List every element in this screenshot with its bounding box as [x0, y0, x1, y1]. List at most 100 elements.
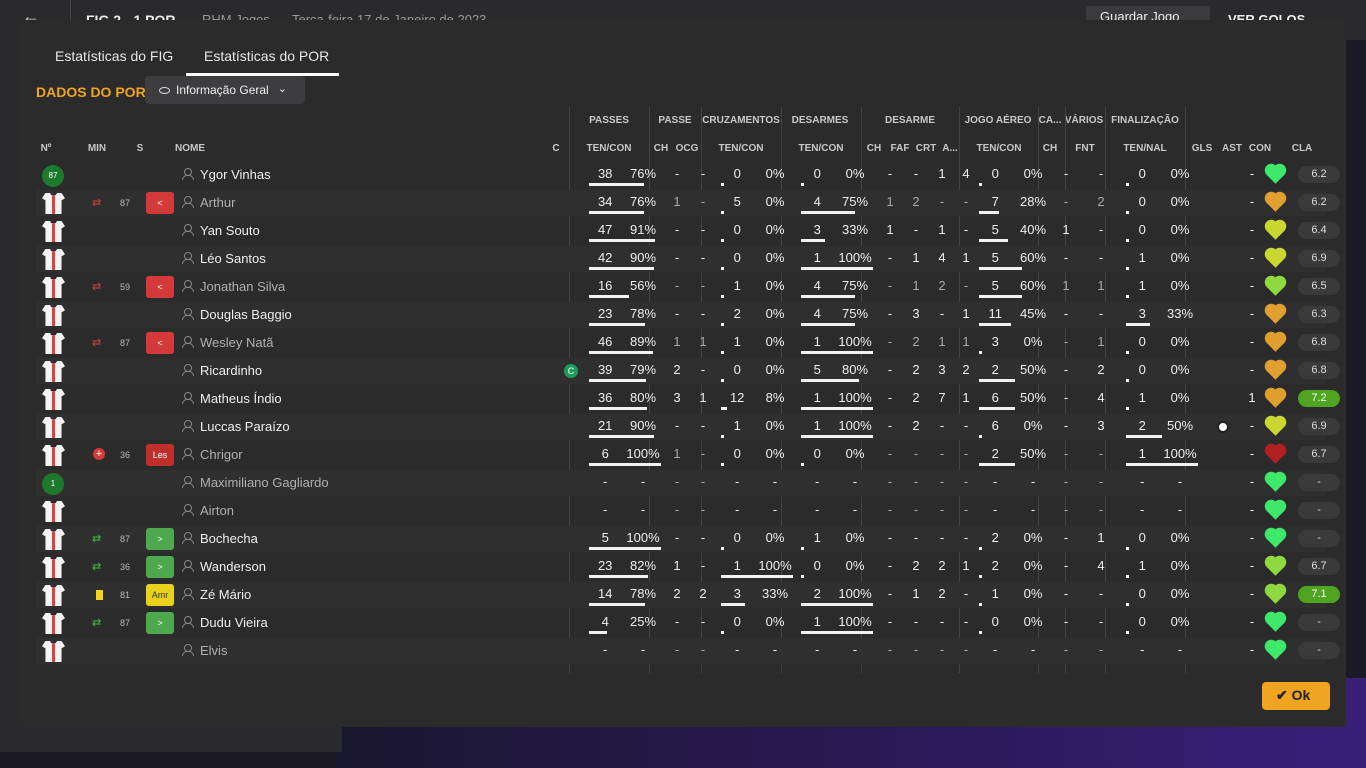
- player-name[interactable]: Chrigor: [200, 447, 243, 462]
- player-profile-icon[interactable]: [182, 336, 194, 348]
- player-name[interactable]: Zé Mário: [200, 587, 251, 602]
- stat-percent: 0%: [1170, 166, 1190, 181]
- player-profile-icon[interactable]: [182, 588, 194, 600]
- player-name[interactable]: Douglas Baggio: [200, 307, 292, 322]
- player-row[interactable]: 1 Maximiliano Gagliardo - - - - - - - - - - - - - - - - - -…: [36, 470, 1340, 496]
- player-row[interactable]: ⇄ 87 < Arthur 34 76% 1 - 5 0% 4 75% 1 2 - - 7 28% - 2 0 0% - 6.…: [36, 190, 1340, 216]
- stat-percent: 80%: [841, 362, 869, 377]
- player-row[interactable]: ⇄ 87 > Bochecha 5 100% - -0 0% 1 0% - - - -2 0% -1 0 0% - -: [36, 526, 1340, 552]
- shirt-icon: [42, 641, 65, 662]
- player-row[interactable]: ⇄ 59 < Jonathan Silva 16 56% - - 1 0% 4 75% - 1 2 - 5 60%…: [36, 274, 1340, 300]
- player-row[interactable]: Airton - - - - - - - - - - - - - - - - - - - -: [36, 498, 1340, 524]
- success-bar: [979, 211, 1000, 214]
- status-badge[interactable]: <: [146, 192, 174, 214]
- player-profile-icon[interactable]: [182, 448, 194, 460]
- stat-cell: -: [1063, 614, 1069, 629]
- player-row[interactable]: Yan Souto 47 91% - - 0 0% 3 33% 1 - 1 - 5 40% 1 - 0 0% - 6.4: [36, 218, 1340, 244]
- player-name[interactable]: Wanderson: [200, 559, 266, 574]
- player-profile-icon[interactable]: [182, 252, 194, 264]
- player-row[interactable]: +36 Les Chrigor 6 100% 1 - 0 0% 0 0% - - - - 2 50% - - 1 100…: [36, 442, 1340, 468]
- stat-attempts: 38: [597, 166, 613, 181]
- player-profile-icon[interactable]: [182, 168, 194, 180]
- player-row[interactable]: Douglas Baggio 23 78% - -2 0% 4 75% -3-1 11 45% - -3…: [36, 302, 1340, 328]
- player-name[interactable]: Léo Santos: [200, 251, 266, 266]
- status-badge[interactable]: <: [146, 276, 174, 298]
- player-profile-icon[interactable]: [182, 532, 194, 544]
- player-row[interactable]: 87 Ygor Vinhas 38 76% - - 0 0% 0 0% - - 1 4 0 0% - - 0 0% - 6…: [36, 162, 1340, 188]
- status-badge[interactable]: <: [146, 332, 174, 354]
- stat-attempts: 0: [813, 558, 821, 573]
- status-badge[interactable]: >: [146, 556, 174, 578]
- player-name[interactable]: Ygor Vinhas: [200, 167, 271, 182]
- stat-cell: -: [700, 166, 706, 181]
- stat-attempts: 1: [1138, 390, 1146, 405]
- player-name[interactable]: Matheus Índio: [200, 391, 282, 406]
- player-name[interactable]: Arthur: [200, 195, 235, 210]
- player-profile-icon[interactable]: [182, 196, 194, 208]
- view-dropdown[interactable]: Informação Geral ⌄: [145, 76, 305, 104]
- sub-minute: 87: [120, 534, 131, 544]
- shirt-icon: [42, 389, 65, 410]
- stat-cell: -: [700, 306, 706, 321]
- tab-fig-stats[interactable]: Estatísticas do FIG: [55, 48, 173, 64]
- stat-cell: -: [1249, 222, 1255, 237]
- player-profile-icon[interactable]: [182, 364, 194, 376]
- stat-attempts: -: [1140, 474, 1145, 489]
- player-row[interactable]: Elvis - - - - - - - - - - - - - - - - - - - -: [36, 638, 1340, 664]
- player-row[interactable]: 81 Amr Zé Mário 14 78% 2 2 3 33% 2 100% -1 2-1 0% - -0 0…: [36, 582, 1340, 608]
- player-profile-icon[interactable]: [182, 280, 194, 292]
- stat-cell: 2: [938, 278, 946, 293]
- player-name[interactable]: Maximiliano Gagliardo: [200, 475, 329, 490]
- player-name[interactable]: Airton: [200, 503, 234, 518]
- player-name[interactable]: Yan Souto: [200, 223, 260, 238]
- col-header-passe_ocg: OCG: [675, 143, 699, 154]
- stat-cell: -: [887, 166, 893, 181]
- stat-cell: -: [1098, 446, 1104, 461]
- player-name[interactable]: Dudu Vieira: [200, 615, 268, 630]
- status-badge[interactable]: >: [146, 612, 174, 634]
- stat-percent: 100%: [838, 614, 872, 629]
- col-header-cruz: TEN/CON: [718, 143, 764, 154]
- player-name[interactable]: Elvis: [200, 643, 227, 658]
- player-profile-icon[interactable]: [182, 224, 194, 236]
- ok-button[interactable]: ✔ Ok: [1262, 682, 1330, 710]
- stat-cell: 1: [912, 250, 920, 265]
- player-profile-icon[interactable]: [182, 616, 194, 628]
- player-profile-icon[interactable]: [182, 560, 194, 572]
- status-badge[interactable]: Les: [146, 444, 174, 466]
- player-row[interactable]: Ricardinho C 39 79% 2 - 0 0% 5 80% - 2 3 2 2 50% - 2 0 0% - 6…: [36, 358, 1340, 384]
- player-profile-icon[interactable]: [182, 504, 194, 516]
- stat-cell: -: [1063, 306, 1069, 321]
- status-badge[interactable]: Amr: [146, 584, 174, 606]
- player-row[interactable]: Léo Santos 42 90% - -0 0% 1 100% -1 4 1 5 60% - -1 0% -6…: [36, 246, 1340, 272]
- player-row[interactable]: ⇄ 36 > Wanderson 23 82% 1 - 1 100% 0 0% - 2 2 1 2 0% - 4 1 0%…: [36, 554, 1340, 580]
- stat-cell: -: [700, 502, 706, 517]
- player-row[interactable]: Luccas Paraízo 21 90% - -1 0% 1 100% -2- -6 0% -3 2 5…: [36, 414, 1340, 440]
- player-name[interactable]: Ricardinho: [200, 363, 262, 378]
- player-row[interactable]: ⇄ 87 > Dudu Vieira 4 25% - -0 0% 1 100% - - - -0 0% - -0 0…: [36, 610, 1340, 636]
- substitution-icon: ⇄: [92, 561, 102, 573]
- stat-cell: -: [700, 558, 706, 573]
- stat-cell: -: [887, 614, 893, 629]
- success-bar: [721, 183, 724, 186]
- player-profile-icon[interactable]: [182, 392, 194, 404]
- substitution-icon: ⇄: [92, 337, 102, 349]
- status-badge[interactable]: >: [146, 528, 174, 550]
- player-row[interactable]: Matheus Índio 36 80% 3 1 12 8% 1 100% -2 7 1 6 50% -4 1…: [36, 386, 1340, 412]
- player-profile-icon[interactable]: [182, 308, 194, 320]
- tab-por-stats[interactable]: Estatísticas do POR: [204, 48, 329, 64]
- player-name[interactable]: Wesley Natã: [200, 335, 273, 350]
- player-profile-icon[interactable]: [182, 476, 194, 488]
- player-name[interactable]: Luccas Paraízo: [200, 419, 290, 434]
- stat-attempts: 3: [1138, 306, 1146, 321]
- player-name[interactable]: Bochecha: [200, 531, 258, 546]
- player-profile-icon[interactable]: [182, 644, 194, 656]
- morale-heart-icon: [1266, 529, 1285, 548]
- player-row[interactable]: ⇄ 87 < Wesley Natã 46 89% 1 1 1 0% 1 100% -2 1 1 3 0% -1 0…: [36, 330, 1340, 356]
- stat-cell: -: [1063, 166, 1069, 181]
- stat-cell: -: [1063, 250, 1069, 265]
- player-profile-icon[interactable]: [182, 420, 194, 432]
- sub-minute: 36: [120, 562, 131, 572]
- player-name[interactable]: Jonathan Silva: [200, 279, 285, 294]
- stat-cell: 1: [962, 306, 970, 321]
